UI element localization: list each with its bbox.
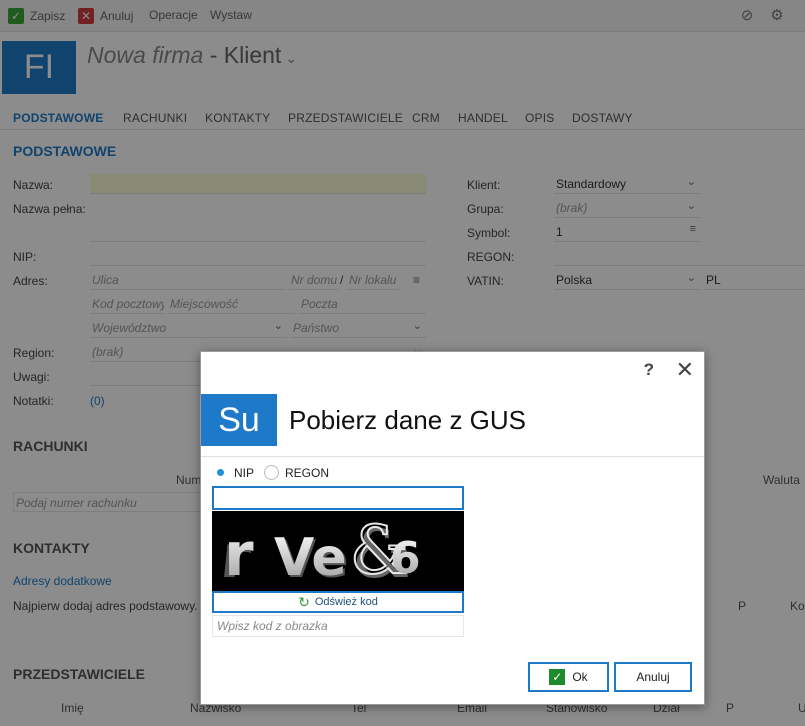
- close-icon[interactable]: ✕: [676, 357, 694, 383]
- captcha-char-2: Ve: [274, 528, 347, 588]
- dialog-divider: [201, 456, 704, 457]
- refresh-code-button[interactable]: ↻ Odśwież kod: [212, 591, 464, 613]
- gus-dialog: ? ✕ Su Pobierz dane z GUS NIP REGON r r …: [200, 351, 705, 705]
- cancel-button[interactable]: Anuluj: [614, 662, 692, 692]
- dialog-logo: Su: [201, 394, 277, 446]
- radio-regon-label[interactable]: REGON: [285, 466, 329, 480]
- captcha-code-input[interactable]: Wpisz kod z obrazka: [212, 615, 464, 637]
- check-icon: ✓: [549, 669, 566, 685]
- captcha-graphic: r r Ve Ve & & 6: [217, 511, 421, 591]
- radio-regon[interactable]: [264, 465, 280, 480]
- search-type-radio-group: NIP REGON: [213, 465, 339, 480]
- captcha-char-4: 6: [390, 533, 421, 584]
- captcha-image: r r Ve Ve & & 6: [212, 511, 464, 591]
- nip-input[interactable]: [212, 486, 464, 510]
- dialog-title: Pobierz dane z GUS: [289, 405, 527, 435]
- refresh-icon: ↻: [298, 593, 310, 610]
- help-icon[interactable]: ?: [644, 360, 654, 380]
- radio-nip-label[interactable]: NIP: [234, 466, 254, 480]
- ok-button[interactable]: ✓ Ok: [528, 662, 609, 692]
- captcha-char-1: r: [224, 520, 254, 590]
- radio-nip[interactable]: [213, 465, 228, 480]
